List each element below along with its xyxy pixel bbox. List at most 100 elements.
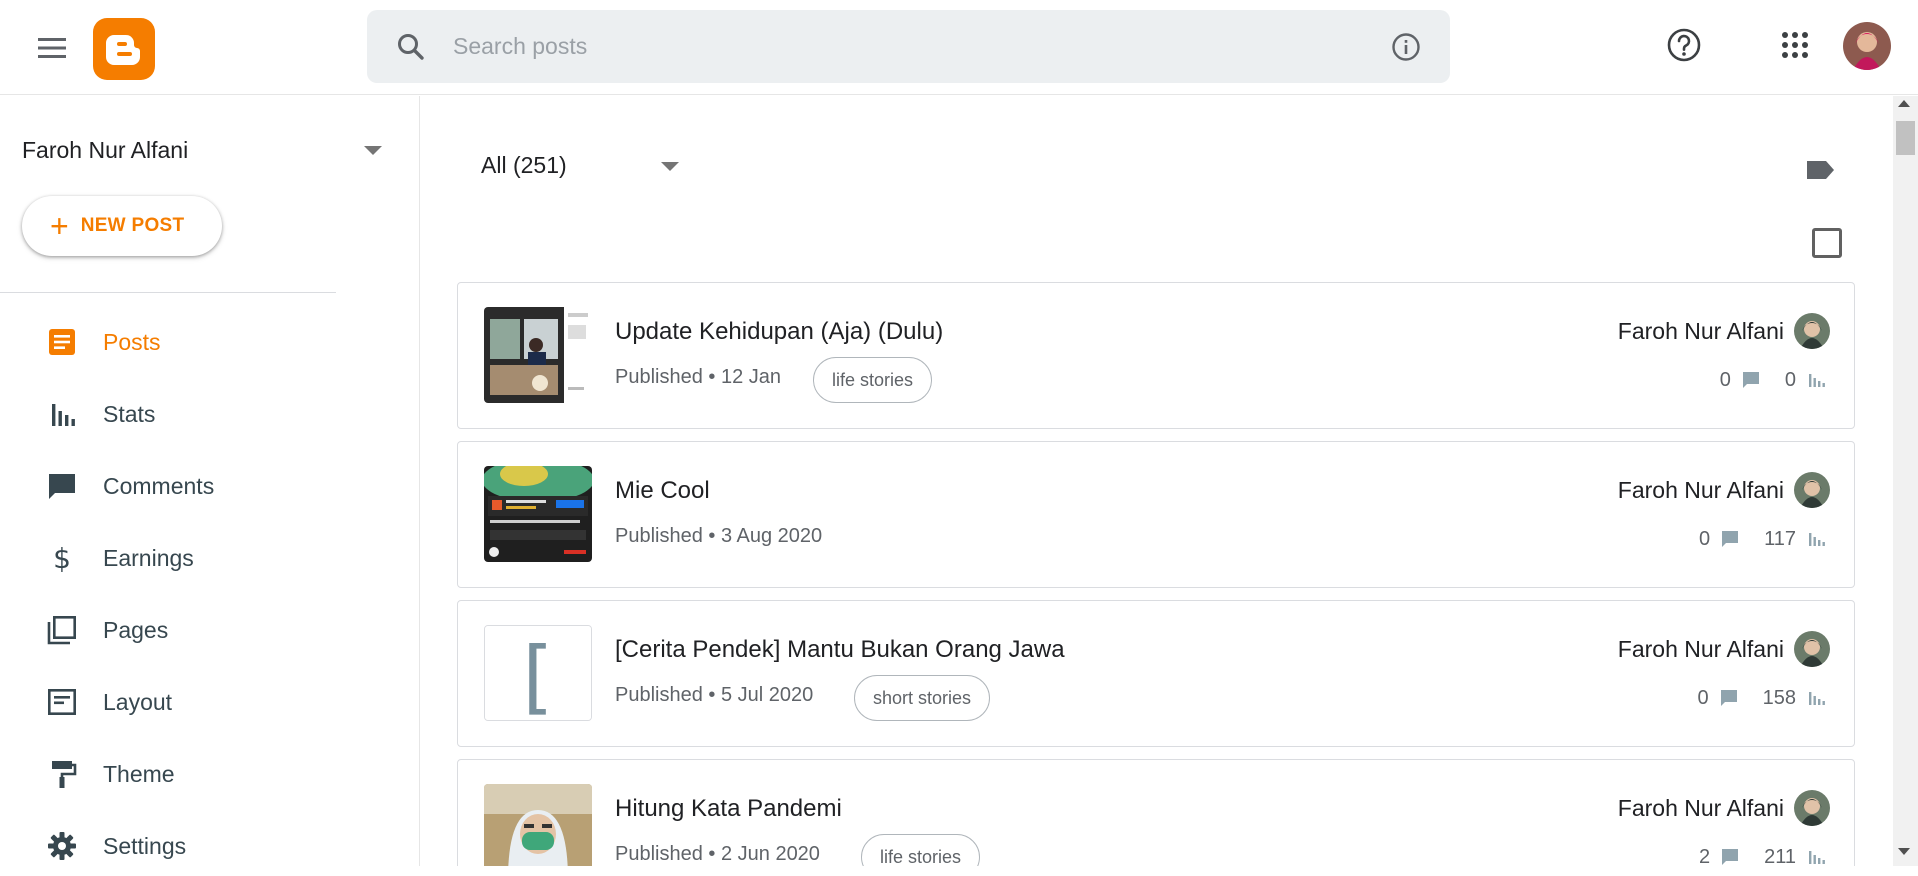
blogger-logo-icon[interactable] [93, 18, 155, 80]
sidebar-item-label: Stats [103, 400, 156, 427]
new-post-label: NEW POST [80, 215, 185, 236]
scroll-up-arrow-icon[interactable] [1898, 100, 1910, 107]
comment-count: 0 [1697, 686, 1709, 709]
sidebar-item-settings[interactable]: Settings [0, 816, 420, 876]
sidebar-item-label: Earnings [103, 544, 194, 571]
top-bar [0, 0, 1918, 95]
gear-icon [46, 830, 78, 862]
post-title[interactable]: Hitung Kata Pandemi [615, 795, 842, 823]
post-row[interactable]: [ [Cerita Pendek] Mantu Bukan Orang Jawa… [457, 600, 1855, 747]
sidebar-item-posts[interactable]: Posts [0, 312, 420, 372]
post-label-chip[interactable]: life stories [813, 357, 933, 403]
post-row[interactable]: Hitung Kata Pandemi Published • 2 Jun 20… [457, 759, 1855, 866]
author-avatar [1794, 631, 1830, 667]
views-chart-icon [1809, 374, 1825, 387]
post-author: Faroh Nur Alfani [1617, 318, 1784, 344]
post-title[interactable]: [Cerita Pendek] Mantu Bukan Orang Jawa [615, 636, 1065, 664]
search-input[interactable] [453, 24, 1353, 69]
search-bar [367, 10, 1450, 83]
post-stats: 0 158 [1698, 683, 1827, 713]
comment-count: 2 [1698, 845, 1711, 867]
post-status: Published • 2 Jun 2020 [615, 843, 820, 865]
views-chart-icon [1809, 533, 1825, 546]
info-icon[interactable] [1390, 31, 1422, 63]
sidebar-item-earnings[interactable]: $ Earnings [0, 528, 420, 588]
account-avatar[interactable] [1843, 22, 1891, 70]
label-tag-icon[interactable] [1804, 154, 1836, 186]
hamburger-menu-icon[interactable] [32, 28, 72, 68]
sidebar-item-label: Layout [103, 688, 173, 715]
view-count: 211 [1764, 845, 1796, 867]
scroll-down-arrow-icon[interactable] [1898, 848, 1910, 855]
comment-icon [1722, 849, 1739, 865]
blog-selector[interactable]: Faroh Nur Alfani [22, 126, 382, 174]
stats-icon [46, 398, 78, 430]
view-count: 158 [1762, 686, 1796, 709]
views-chart-icon [1809, 851, 1825, 864]
author-avatar [1794, 790, 1830, 826]
caret-down-icon[interactable] [661, 162, 679, 171]
svg-text:[: [ [522, 630, 553, 720]
view-count: 0 [1784, 368, 1796, 391]
sidebar-item-label: Settings [103, 832, 187, 859]
svg-text:$: $ [53, 542, 71, 574]
post-status: Published • 12 Jan [615, 366, 782, 388]
sidebar-item-label: Pages [103, 616, 169, 643]
post-thumbnail: [ [484, 625, 592, 721]
comment-count: 0 [1719, 368, 1731, 391]
post-status: Published • 5 Jul 2020 [615, 684, 814, 706]
post-author: Faroh Nur Alfani [1617, 477, 1784, 503]
post-filter-dropdown[interactable]: All (251) [481, 152, 567, 179]
post-thumbnail [484, 466, 592, 562]
sidebar-item-layout[interactable]: Layout [0, 672, 420, 732]
dollar-icon: $ [46, 542, 78, 575]
sidebar-item-label: Theme [103, 760, 175, 787]
sidebar-divider [0, 292, 336, 293]
sidebar-item-label: Posts [103, 328, 161, 355]
post-title[interactable]: Mie Cool [615, 477, 710, 505]
comments-icon [46, 470, 78, 502]
post-author: Faroh Nur Alfani [1617, 636, 1784, 662]
author-avatar [1794, 313, 1830, 349]
scrollbar-track[interactable] [1893, 96, 1918, 866]
posts-main: All (251) Update Kehidupan (Aja) (Dulu) … [421, 96, 1893, 866]
post-row[interactable]: Mie Cool Published • 3 Aug 2020 Faroh Nu… [457, 441, 1855, 588]
select-all-checkbox[interactable] [1812, 228, 1842, 258]
caret-down-icon [364, 146, 382, 155]
help-icon[interactable] [1665, 26, 1703, 64]
blog-name: Faroh Nur Alfani [22, 136, 189, 163]
post-stats: 2 211 [1699, 842, 1826, 866]
sidebar-item-stats[interactable]: Stats [0, 384, 420, 444]
new-post-button[interactable]: + NEW POST [22, 196, 222, 256]
plus-icon: + [50, 208, 69, 244]
post-stats: 0 117 [1699, 524, 1826, 554]
layout-icon [46, 686, 78, 718]
views-chart-icon [1809, 692, 1825, 705]
post-stats: 0 0 [1720, 365, 1826, 395]
pages-icon [46, 614, 78, 646]
post-thumbnail [484, 307, 592, 403]
view-count: 117 [1764, 527, 1796, 550]
comment-icon [1722, 531, 1739, 547]
apps-grid-icon[interactable] [1779, 29, 1811, 61]
comment-icon [1742, 372, 1759, 388]
sidebar-item-pages[interactable]: Pages [0, 600, 420, 660]
comment-count: 0 [1698, 527, 1711, 550]
search-icon[interactable] [395, 31, 427, 63]
post-row[interactable]: Update Kehidupan (Aja) (Dulu) Published … [457, 282, 1855, 429]
scrollbar-thumb[interactable] [1896, 121, 1915, 155]
sidebar-item-theme[interactable]: Theme [0, 744, 420, 804]
post-label-chip[interactable]: short stories [854, 675, 991, 721]
posts-icon [46, 326, 78, 358]
post-author: Faroh Nur Alfani [1617, 795, 1784, 821]
post-status: Published • 3 Aug 2020 [615, 525, 823, 547]
comment-icon [1720, 690, 1737, 706]
sidebar-item-comments[interactable]: Comments [0, 456, 420, 516]
paint-roller-icon [46, 758, 78, 790]
post-thumbnail [484, 784, 592, 866]
sidebar-item-label: Comments [103, 472, 215, 499]
post-title[interactable]: Update Kehidupan (Aja) (Dulu) [615, 318, 943, 346]
sidebar: Faroh Nur Alfani + NEW POST Posts Stats … [0, 96, 420, 866]
author-avatar [1794, 472, 1830, 508]
post-label-chip[interactable]: life stories [861, 834, 981, 866]
